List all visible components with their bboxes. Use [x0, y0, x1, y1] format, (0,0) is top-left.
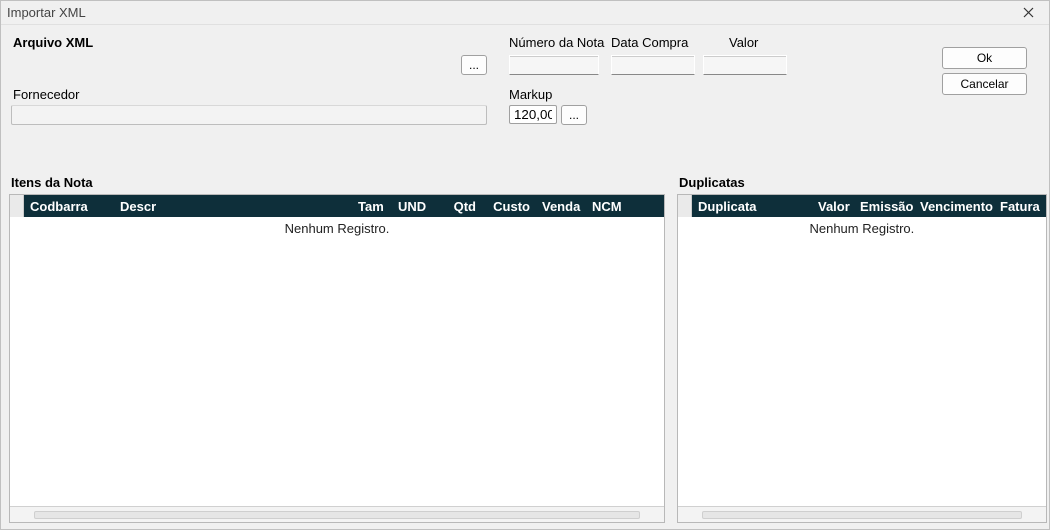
arquivo-browse-button[interactable]: ... [461, 55, 487, 75]
window-title: Importar XML [7, 5, 1013, 20]
cancel-button[interactable]: Cancelar [942, 73, 1027, 95]
numero-nota-input[interactable] [509, 55, 599, 75]
col-tam[interactable]: Tam [352, 199, 392, 214]
duplicatas-empty-message: Nenhum Registro. [678, 217, 1046, 236]
duplicatas-grid-body: Nenhum Registro. [678, 217, 1046, 506]
valor-input[interactable] [703, 55, 787, 75]
grids-area: Itens da Nota Codbarra Descr Tam UND Qtd… [9, 175, 1041, 523]
itens-empty-message: Nenhum Registro. [10, 217, 664, 236]
window: Importar XML Arquivo XML ... Fornecedor … [0, 0, 1050, 530]
col-valor[interactable]: Valor [812, 199, 854, 214]
content: Arquivo XML ... Fornecedor Número da Not… [1, 25, 1049, 529]
duplicatas-grid-header: Duplicata Valor Emissão Vencimento Fatur… [678, 195, 1046, 217]
col-ncm[interactable]: NCM [586, 199, 664, 214]
col-qtd[interactable]: Qtd [434, 199, 482, 214]
row-indicator-gutter [678, 195, 692, 217]
duplicatas-grid-title: Duplicatas [677, 175, 1047, 190]
row-indicator-gutter [10, 195, 24, 217]
col-vencimento[interactable]: Vencimento [914, 199, 994, 214]
col-emissao[interactable]: Emissão [854, 199, 914, 214]
itens-grid-body: Nenhum Registro. [10, 217, 664, 506]
itens-grid[interactable]: Codbarra Descr Tam UND Qtd Custo Venda N… [9, 194, 665, 523]
data-compra-label: Data Compra [611, 35, 688, 50]
itens-horizontal-scrollbar[interactable] [10, 506, 664, 522]
close-icon[interactable] [1013, 3, 1043, 23]
numero-nota-label: Número da Nota [509, 35, 604, 50]
data-compra-input[interactable] [611, 55, 695, 75]
col-codbarra[interactable]: Codbarra [24, 199, 114, 214]
duplicatas-horizontal-scrollbar[interactable] [678, 506, 1046, 522]
markup-input[interactable] [509, 105, 557, 124]
arquivo-xml-label: Arquivo XML [13, 35, 93, 50]
duplicatas-grid[interactable]: Duplicata Valor Emissão Vencimento Fatur… [677, 194, 1047, 523]
col-und[interactable]: UND [392, 199, 434, 214]
valor-label: Valor [729, 35, 758, 50]
col-fatura[interactable]: Fatura [994, 199, 1046, 214]
fornecedor-label: Fornecedor [13, 87, 79, 102]
col-venda[interactable]: Venda [536, 199, 586, 214]
form-area: Arquivo XML ... Fornecedor Número da Not… [9, 29, 1041, 149]
titlebar: Importar XML [1, 1, 1049, 25]
itens-grid-header: Codbarra Descr Tam UND Qtd Custo Venda N… [10, 195, 664, 217]
markup-label: Markup [509, 87, 552, 102]
markup-ellipsis-button[interactable]: ... [561, 105, 587, 125]
fornecedor-input[interactable] [11, 105, 487, 125]
itens-grid-wrap: Itens da Nota Codbarra Descr Tam UND Qtd… [9, 175, 665, 523]
ok-button[interactable]: Ok [942, 47, 1027, 69]
col-custo[interactable]: Custo [482, 199, 536, 214]
duplicatas-grid-wrap: Duplicatas Duplicata Valor Emissão Venci… [677, 175, 1047, 523]
itens-grid-title: Itens da Nota [9, 175, 665, 190]
col-duplicata[interactable]: Duplicata [692, 199, 812, 214]
col-descr[interactable]: Descr [114, 199, 352, 214]
